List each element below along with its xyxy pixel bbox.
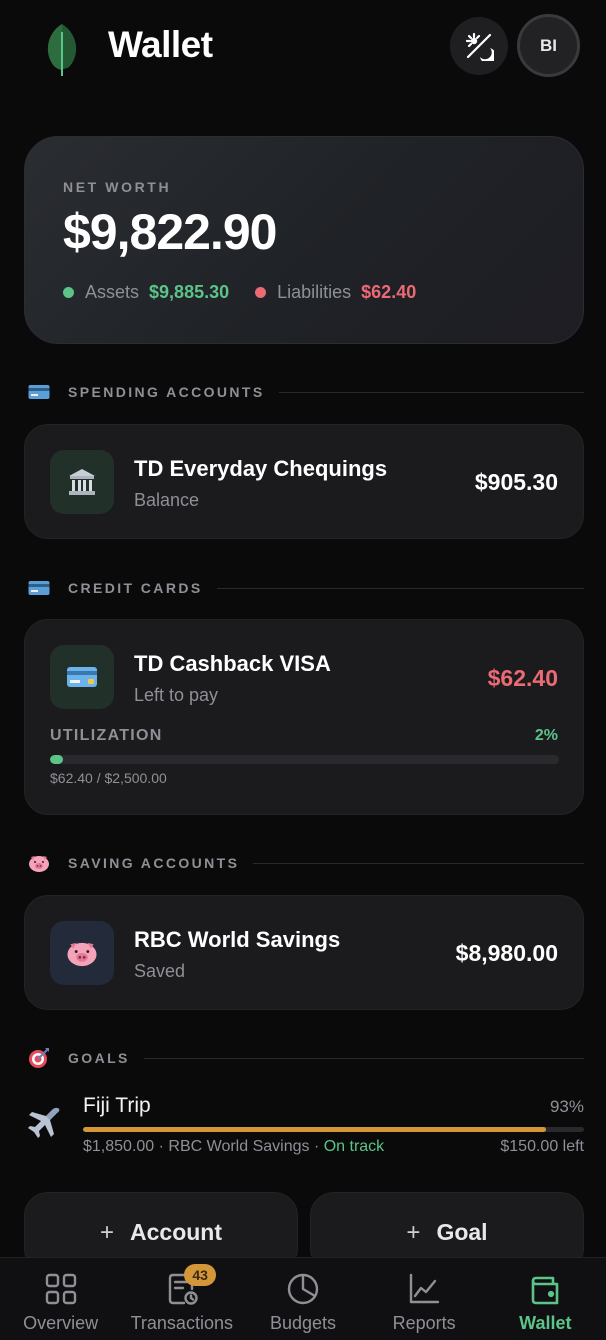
nav-item-reports[interactable]: Reports — [364, 1258, 485, 1340]
section-goals: GOALS — [28, 1046, 584, 1070]
section-spending-accounts: SPENDING ACCOUNTS — [28, 380, 584, 404]
liabilities-dot-icon — [255, 287, 267, 298]
section-divider — [253, 862, 584, 864]
piggy-bank-icon — [50, 921, 114, 985]
net-worth-card: NET WORTH $9,822.90 Assets $9,885.30 Lia… — [24, 136, 584, 344]
section-divider — [216, 587, 584, 589]
account-amount: $8,980.00 — [455, 940, 558, 966]
avatar[interactable]: BI — [517, 14, 580, 77]
bank-icon — [50, 450, 114, 514]
nav-item-wallet[interactable]: Wallet — [485, 1258, 606, 1340]
section-divider — [143, 1057, 584, 1059]
account-subtitle: Balance — [134, 490, 200, 510]
account-amount: $905.30 — [474, 469, 558, 495]
account-subtitle: Left to pay — [134, 685, 219, 705]
goal-details: $1,850.00 · RBC World Savings · On track — [83, 1138, 385, 1155]
transactions-count-badge: 43 — [184, 1264, 217, 1286]
account-amount: $62.40 — [487, 665, 558, 691]
account-name: RBC World Savings — [134, 927, 341, 952]
section-label: SAVING ACCOUNTS — [68, 855, 240, 871]
line-chart-icon — [409, 1273, 440, 1304]
credit-card-icon — [28, 580, 50, 596]
net-worth-breakdown: Assets $9,885.30 Liabilities $62.40 — [63, 282, 416, 303]
account-card-credit[interactable]: TD Cashback VISA Left to pay $62.40 UTIL… — [24, 619, 584, 815]
utilization-label: UTILIZATION — [50, 727, 163, 744]
goal-progress-bar — [83, 1127, 584, 1132]
theme-toggle-icon — [465, 32, 494, 61]
utilization-bar — [50, 755, 559, 764]
wallet-icon — [532, 1276, 559, 1305]
grid-icon — [45, 1273, 76, 1305]
account-subtitle: Saved — [134, 961, 186, 981]
goal-progress-fill — [83, 1127, 547, 1132]
section-credit-cards: CREDIT CARDS — [28, 576, 584, 600]
goal-name: Fiji Trip — [83, 1094, 151, 1117]
app-header: Wallet BI — [0, 0, 606, 100]
net-worth-value: $9,822.90 — [63, 204, 277, 260]
nav-item-overview[interactable]: Overview — [0, 1258, 121, 1340]
target-icon — [28, 1048, 50, 1068]
nav-label: Budgets — [269, 1313, 336, 1333]
nav-label: Reports — [392, 1313, 456, 1333]
nav-item-transactions[interactable]: 43 Transactions — [121, 1258, 242, 1340]
piggy-bank-icon — [28, 855, 50, 872]
airplane-icon — [28, 1107, 60, 1138]
utilization-detail: $62.40 / $2,500.00 — [50, 770, 167, 786]
goal-status: On track — [323, 1138, 385, 1155]
utilization-percent: 2% — [534, 727, 558, 744]
nav-label: Overview — [23, 1313, 99, 1333]
bottom-nav: Overview 43 Transactions Budgets Reports… — [0, 1257, 606, 1340]
account-name: TD Cashback VISA — [134, 651, 331, 676]
nav-label: Transactions — [130, 1313, 233, 1333]
account-card-spending[interactable]: TD Everyday Chequings Balance $905.30 — [24, 424, 584, 539]
account-card-saving[interactable]: RBC World Savings Saved $8,980.00 — [24, 895, 584, 1010]
section-divider — [278, 391, 584, 393]
goal-account: RBC World Savings — [168, 1138, 310, 1155]
assets-dot-icon — [63, 287, 74, 298]
section-saving-accounts: SAVING ACCOUNTS — [28, 851, 584, 875]
net-worth-label: NET WORTH — [63, 179, 172, 195]
goal-item[interactable]: Fiji Trip 93% $1,850.00 · RBC World Savi… — [24, 1090, 584, 1170]
page-title: Wallet — [108, 24, 213, 65]
nav-label: Wallet — [519, 1313, 572, 1333]
credit-card-icon — [50, 645, 114, 709]
section-label: CREDIT CARDS — [68, 580, 203, 596]
account-name: TD Everyday Chequings — [134, 456, 388, 481]
leaf-icon — [47, 24, 77, 76]
goal-remaining: $150.00 left — [500, 1138, 584, 1155]
nav-item-budgets[interactable]: Budgets — [242, 1258, 363, 1340]
section-label: SPENDING ACCOUNTS — [68, 384, 265, 400]
credit-card-icon — [28, 384, 50, 400]
theme-toggle-button[interactable] — [450, 17, 508, 75]
assets-value: $9,885.30 — [149, 282, 230, 302]
goal-saved: $1,850.00 — [83, 1138, 155, 1155]
pie-chart-icon — [287, 1273, 319, 1305]
section-label: GOALS — [68, 1050, 130, 1066]
assets-label: Assets — [85, 282, 140, 302]
liabilities-value: $62.40 — [361, 282, 417, 302]
liabilities-label: Liabilities — [277, 282, 352, 302]
goal-percent: 93% — [549, 1097, 584, 1116]
utilization-bar-fill — [50, 755, 63, 764]
